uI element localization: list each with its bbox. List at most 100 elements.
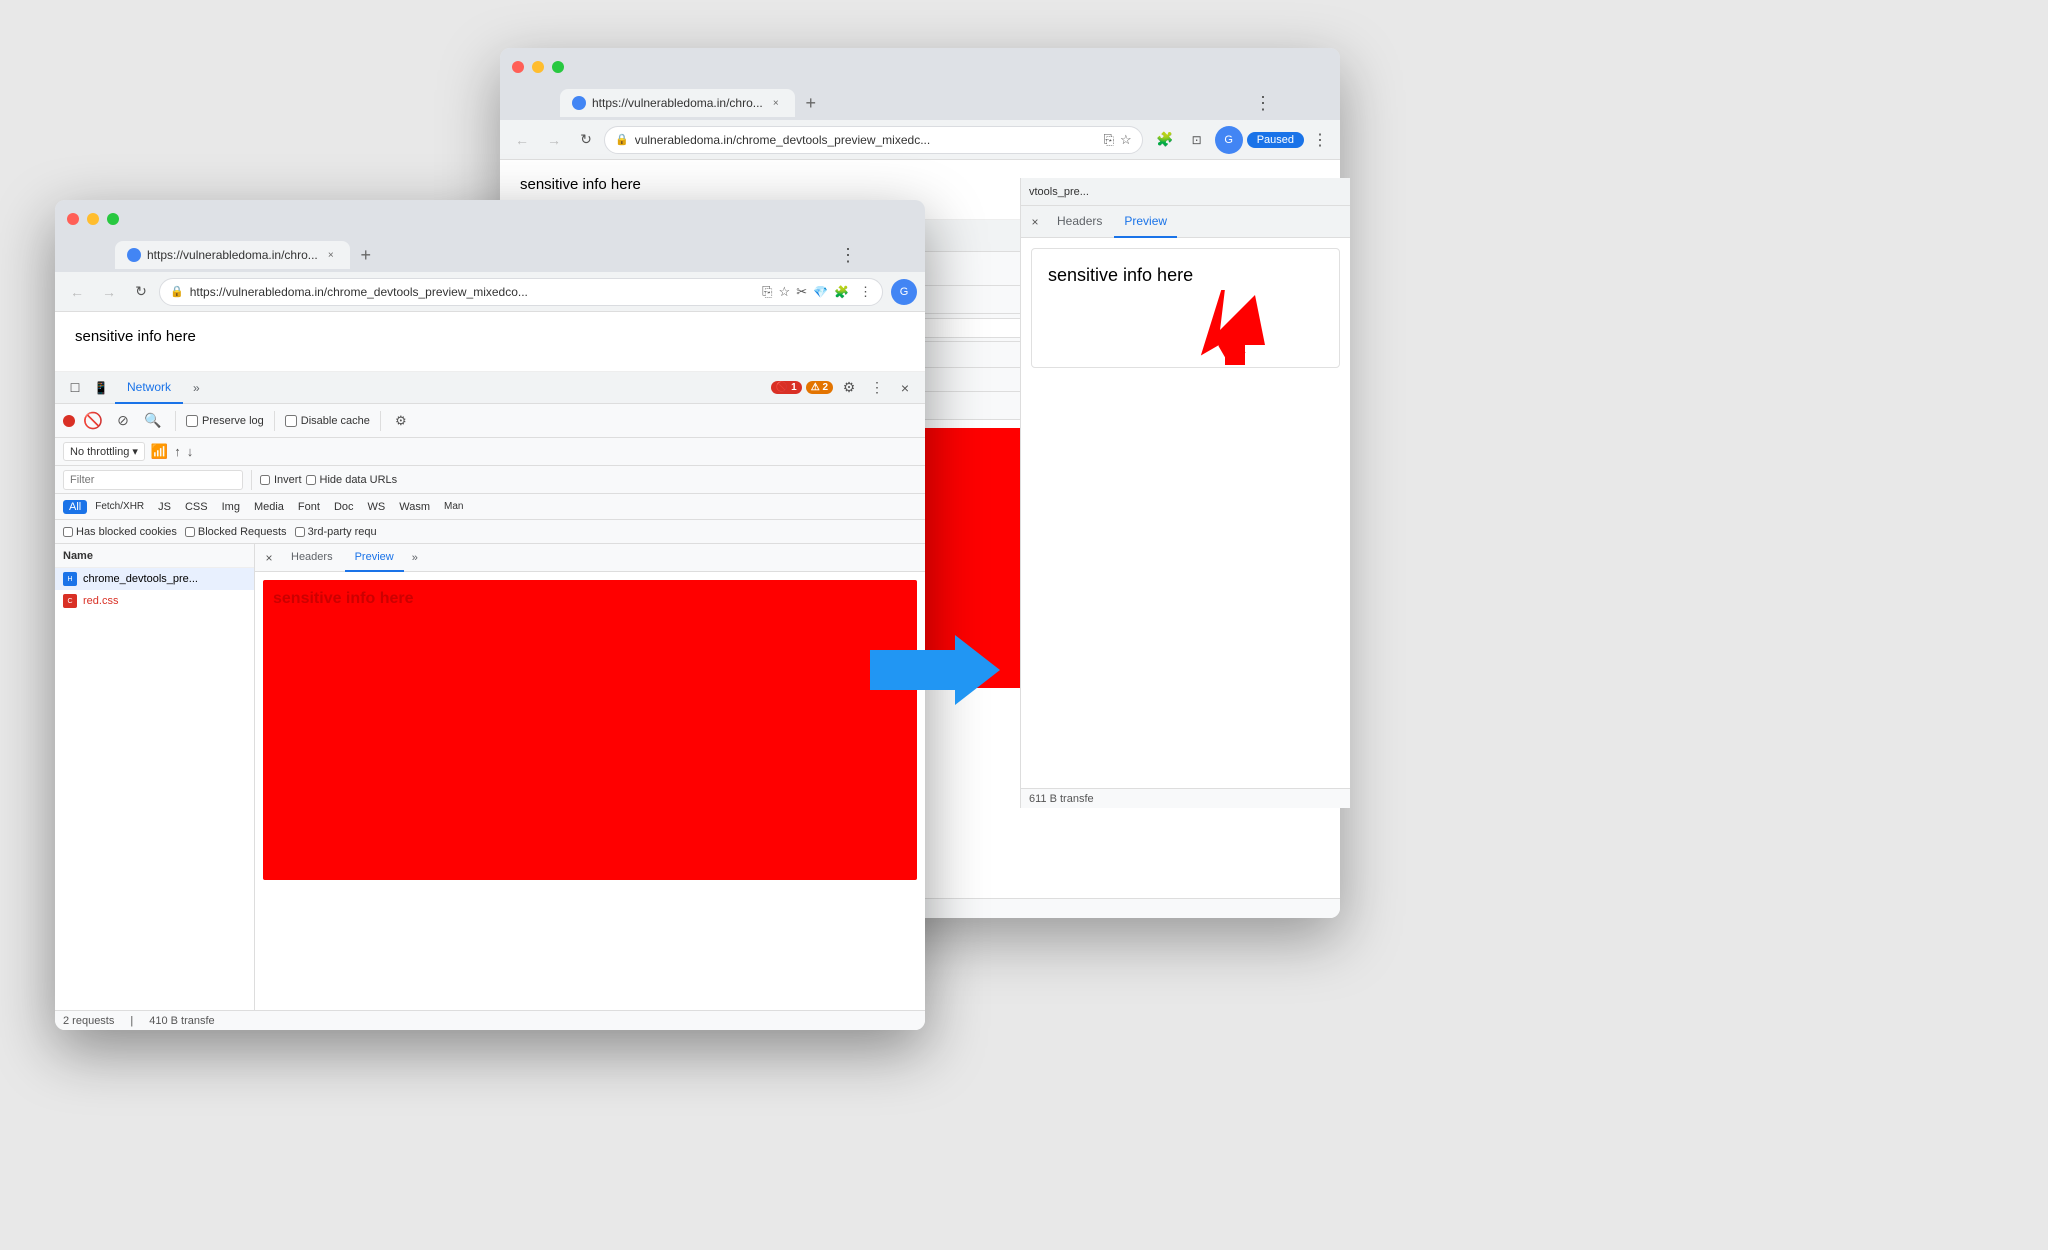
paused-button[interactable]: Paused	[1247, 132, 1304, 148]
front-browser-window: https://vulnerabledoma.in/chro... × + ⋮ …	[55, 200, 925, 1030]
back-active-tab[interactable]: https://vulnerabledoma.in/chro... ×	[560, 89, 795, 117]
front-hide-data-urls-cb[interactable]	[306, 475, 316, 485]
front-share-icon: ⎘	[762, 284, 772, 300]
front-size-info: 410 B transfe	[149, 1015, 214, 1027]
front-filter-type-all[interactable]: All	[63, 500, 87, 514]
front-invert-label[interactable]: Invert	[260, 474, 302, 486]
refresh-btn[interactable]: ↻	[572, 126, 600, 154]
back-minimize-button[interactable]	[532, 61, 544, 73]
front-dt-stop-icon[interactable]: 🚫	[81, 409, 105, 433]
front-filter-type-manifest[interactable]: Man	[438, 500, 469, 513]
front-throttle-select[interactable]: No throttling ▾	[63, 442, 145, 461]
back-title-bar	[500, 48, 1340, 86]
front-filter-input[interactable]	[63, 470, 243, 490]
front-page-text: sensitive info here	[75, 328, 196, 345]
front-wifi-icon[interactable]: 📶	[151, 443, 168, 460]
front-download-icon[interactable]: ↓	[187, 444, 194, 459]
back-address-bar[interactable]: 🔒 vulnerabledoma.in/chrome_devtools_prev…	[604, 126, 1143, 154]
front-filter-type-ws[interactable]: WS	[362, 500, 392, 514]
front-new-tab-button[interactable]: +	[354, 243, 378, 267]
front-dt-device-icon[interactable]: 📱	[89, 376, 113, 400]
front-blocked-requests-cb[interactable]	[185, 527, 195, 537]
front-filter-type-wasm[interactable]: Wasm	[393, 500, 436, 514]
front-dt-name-column: Name H chrome_devtools_pre... C red.css	[55, 544, 255, 1010]
extensions-icon[interactable]: 🧩	[1151, 126, 1179, 154]
front-maximize-button[interactable]	[107, 213, 119, 225]
front-third-party-cb[interactable]	[295, 527, 305, 537]
back-profile-icon[interactable]: G	[1215, 126, 1243, 154]
front-gem-icon: 💎	[813, 285, 828, 299]
front-dt-record-btn[interactable]	[63, 415, 75, 427]
forward-btn[interactable]: →	[540, 126, 568, 154]
front-dt-tab-bar: ☐ 📱 Network » 🚫 1 ⚠ 2 ⚙ ⋮ ×	[55, 372, 925, 404]
front-tab-bar: https://vulnerabledoma.in/chro... × + ⋮	[55, 238, 925, 272]
front-tab-favicon	[127, 248, 141, 262]
front-window-menu[interactable]: ⋮	[831, 245, 865, 266]
front-filter-type-js[interactable]: JS	[152, 500, 177, 514]
front-refresh-btn[interactable]: ↻	[127, 278, 155, 306]
back-window-menu[interactable]: ⋮	[1246, 93, 1280, 114]
front-tab-preview[interactable]: Preview	[345, 544, 404, 572]
front-minimize-button[interactable]	[87, 213, 99, 225]
front-filter-type-font[interactable]: Font	[292, 500, 326, 514]
front-upload-icon[interactable]: ↑	[174, 444, 181, 459]
front-preserve-log-label[interactable]: Preserve log	[186, 415, 264, 427]
rpp-preview-tab[interactable]: Preview	[1114, 206, 1177, 238]
front-dt-tab-network[interactable]: Network	[115, 372, 183, 404]
front-tab-more[interactable]: »	[406, 544, 424, 572]
back-close-button[interactable]	[512, 61, 524, 73]
back-new-tab-button[interactable]: +	[799, 91, 823, 115]
rpp-preview-text: sensitive info here	[1048, 265, 1193, 285]
front-dt-gear-icon[interactable]: ⚙	[391, 411, 411, 431]
back-btn[interactable]: ←	[508, 126, 536, 154]
front-third-party-label[interactable]: 3rd-party requ	[295, 526, 377, 538]
front-dt-settings-icon[interactable]: ⚙	[837, 376, 861, 400]
front-disable-cache-label[interactable]: Disable cache	[285, 415, 370, 427]
front-close-button[interactable]	[67, 213, 79, 225]
front-hide-data-urls-label[interactable]: Hide data URLs	[306, 474, 398, 486]
front-name-col-header: Name	[55, 544, 254, 568]
front-tab-headers[interactable]: Headers	[281, 544, 343, 572]
front-file-row-0[interactable]: H chrome_devtools_pre...	[55, 568, 254, 590]
front-dt-filter-row: Invert Hide data URLs	[55, 466, 925, 494]
front-file-row-1[interactable]: C red.css	[55, 590, 254, 612]
rpp-tab-bar: × Headers Preview	[1021, 206, 1350, 238]
front-dt-close-icon[interactable]: ×	[893, 376, 917, 400]
cast-icon[interactable]: ⊡	[1183, 126, 1211, 154]
rpp-size-bar: 611 B transfe	[1021, 788, 1350, 808]
back-maximize-button[interactable]	[552, 61, 564, 73]
back-page-text: sensitive info here	[520, 176, 641, 193]
front-dt-tab-more[interactable]: »	[185, 377, 208, 399]
back-tab-close[interactable]: ×	[769, 96, 783, 110]
front-blocked-requests-label[interactable]: Blocked Requests	[185, 526, 287, 538]
front-dt-more-icon[interactable]: ⋮	[865, 376, 889, 400]
front-filter-type-fetch[interactable]: Fetch/XHR	[89, 500, 150, 513]
front-preserve-log-cb[interactable]	[186, 415, 198, 427]
front-dt-inspect-icon[interactable]: ☐	[63, 376, 87, 400]
front-title-bar	[55, 200, 925, 238]
back-tab-bar: https://vulnerabledoma.in/chro... × + ⋮	[500, 86, 1340, 120]
front-tab-close[interactable]: ×	[324, 248, 338, 262]
front-disable-cache-cb[interactable]	[285, 415, 297, 427]
front-preview-close[interactable]: ×	[259, 548, 279, 568]
front-back-btn[interactable]: ←	[63, 278, 91, 306]
front-blocked-cookies-label[interactable]: Has blocked cookies	[63, 526, 177, 538]
front-dt-filter-icon[interactable]: ⊘	[111, 409, 135, 433]
front-filter-type-media[interactable]: Media	[248, 500, 290, 514]
front-address-bar[interactable]: 🔒 https://vulnerabledoma.in/chrome_devto…	[159, 278, 883, 306]
front-blocked-cookies-cb[interactable]	[63, 527, 73, 537]
front-profile-avatar[interactable]: G	[891, 279, 917, 305]
front-url-text: https://vulnerabledoma.in/chrome_devtool…	[190, 285, 756, 299]
front-active-tab[interactable]: https://vulnerabledoma.in/chro... ×	[115, 241, 350, 269]
front-invert-cb[interactable]	[260, 475, 270, 485]
rpp-close-btn[interactable]: ×	[1025, 212, 1045, 232]
front-dt-search-icon[interactable]: 🔍	[141, 409, 165, 433]
rpp-headers-tab[interactable]: Headers	[1047, 206, 1112, 238]
front-preview-text: sensitive info here	[273, 590, 414, 607]
front-filter-type-img[interactable]: Img	[216, 500, 246, 514]
back-chrome-menu[interactable]: ⋮	[1308, 128, 1332, 152]
front-forward-btn[interactable]: →	[95, 278, 123, 306]
front-filter-type-doc[interactable]: Doc	[328, 500, 360, 514]
front-menu-icon: ⋮	[859, 284, 872, 300]
front-filter-type-css[interactable]: CSS	[179, 500, 214, 514]
